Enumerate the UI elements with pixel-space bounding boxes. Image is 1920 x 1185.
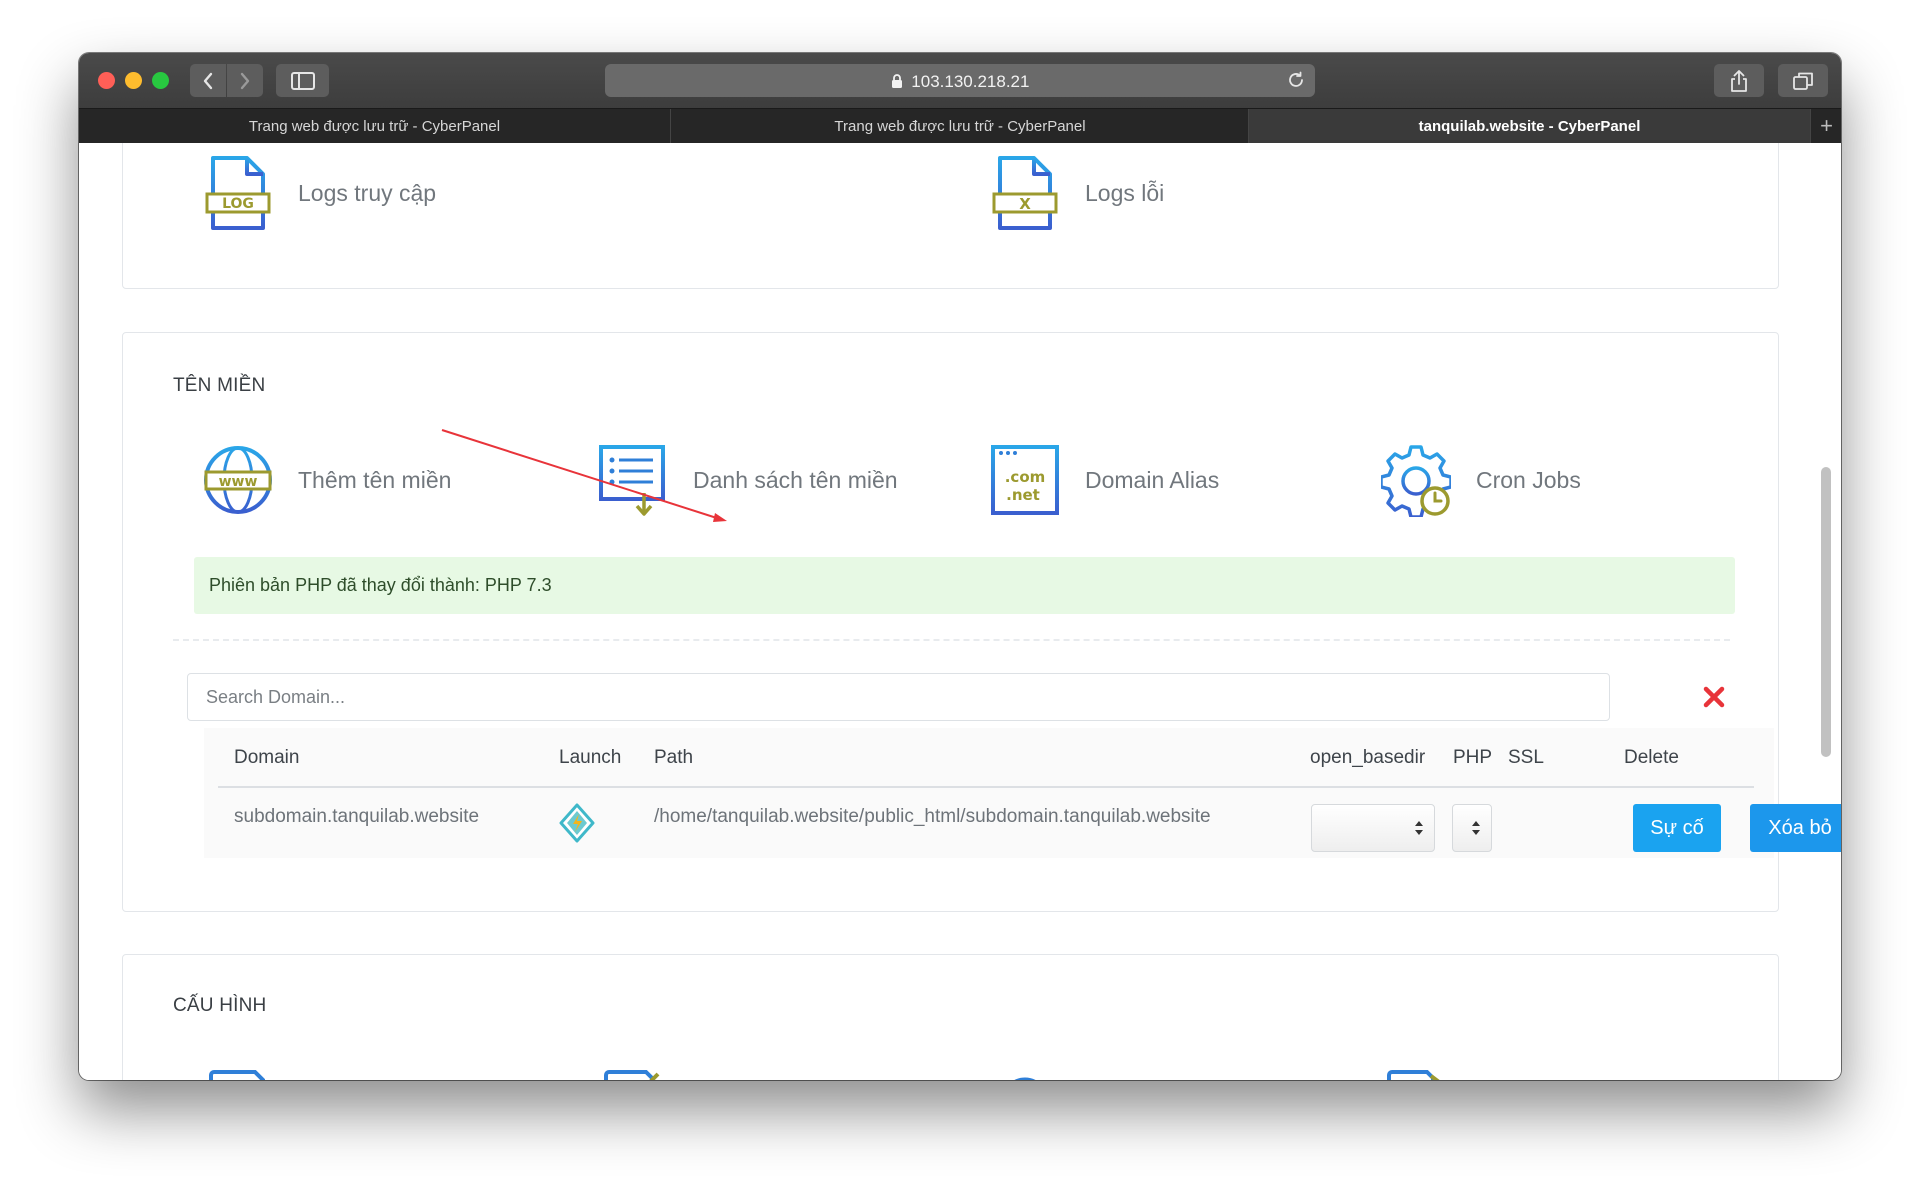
tab-hosted-sites-2[interactable]: Trang web được lưu trữ - CyberPanel — [672, 109, 1249, 144]
tabs-overview-icon — [1793, 72, 1813, 90]
clear-search-icon[interactable] — [1702, 685, 1726, 709]
screenshot-stage: 103.130.218.21 Trang web được lưu trữ - … — [0, 0, 1920, 1185]
config-edit-icon[interactable] — [598, 1070, 668, 1080]
sidebar-icon — [290, 71, 315, 90]
domains-table: Domain Launch Path open_basedir PHP SSL … — [204, 728, 1841, 858]
new-tab-button[interactable]: + — [1812, 109, 1841, 144]
show-tabs-button[interactable] — [1778, 64, 1828, 97]
config-card: CẤU HÌNH — [122, 954, 1779, 1080]
domain-path-cell: /home/tanquilab.website/public_html/subd… — [654, 806, 1211, 827]
header-php: PHP — [1453, 747, 1493, 768]
chevron-right-icon — [240, 72, 250, 89]
address-text-wrap: 103.130.218.21 — [605, 72, 1315, 92]
php-version-select[interactable] — [1452, 804, 1492, 852]
ssl-issue-button[interactable]: Sự cố — [1633, 804, 1721, 852]
config-globe-icon[interactable] — [990, 1070, 1060, 1080]
share-button[interactable] — [1714, 64, 1764, 97]
zoom-window-button[interactable] — [152, 72, 169, 89]
select-arrows-icon — [1472, 821, 1480, 835]
sidebar-toggle-button[interactable] — [276, 64, 329, 97]
address-url: 103.130.218.21 — [911, 72, 1030, 91]
header-launch: Launch — [559, 747, 622, 768]
php-version-alert: Phiên bản PHP đã thay đổi thành: PHP 7.3 — [194, 557, 1735, 614]
chevron-left-icon — [203, 72, 213, 89]
config-section-title: CẤU HÌNH — [173, 995, 267, 1016]
minimize-window-button[interactable] — [125, 72, 142, 89]
delete-domain-button[interactable]: Xóa bỏ — [1750, 804, 1841, 852]
select-arrows-icon — [1415, 821, 1423, 835]
header-domain: Domain — [234, 747, 300, 768]
section-divider — [173, 639, 1730, 641]
domain-name-cell[interactable]: subdomain.tanquilab.website — [234, 806, 479, 828]
tab-active-website[interactable]: tanquilab.website - CyberPanel — [1249, 109, 1811, 144]
browser-window: 103.130.218.21 Trang web được lưu trữ - … — [79, 53, 1841, 1080]
title-bar: 103.130.218.21 — [79, 53, 1841, 108]
table-header-divider — [218, 786, 1754, 788]
search-domain-input[interactable] — [187, 673, 1610, 721]
open-basedir-select[interactable] — [1311, 804, 1435, 852]
address-bar[interactable]: 103.130.218.21 — [605, 64, 1315, 97]
reload-icon[interactable] — [1287, 71, 1305, 89]
close-window-button[interactable] — [98, 72, 115, 89]
annotation-arrow-icon — [441, 429, 727, 522]
header-ssl: SSL — [1508, 747, 1544, 768]
config-file-icon[interactable] — [203, 1070, 273, 1080]
tab-bar: Trang web được lưu trữ - CyberPanel Tran… — [79, 108, 1841, 144]
back-button[interactable] — [190, 64, 226, 97]
share-icon — [1731, 69, 1747, 92]
header-delete: Delete — [1624, 747, 1679, 768]
header-open-basedir: open_basedir — [1310, 747, 1426, 768]
tab-hosted-sites-1[interactable]: Trang web được lưu trữ - CyberPanel — [79, 109, 671, 144]
launch-site-icon[interactable] — [559, 803, 595, 843]
header-path: Path — [654, 747, 694, 768]
lock-icon — [891, 74, 902, 88]
page-content: LOG Logs truy cập X Logs lỗi TÊN MIỀN ww… — [79, 143, 1841, 1080]
vertical-scrollbar[interactable] — [1821, 467, 1831, 757]
config-document-icon[interactable] — [1381, 1070, 1451, 1080]
forward-button[interactable] — [227, 64, 263, 97]
